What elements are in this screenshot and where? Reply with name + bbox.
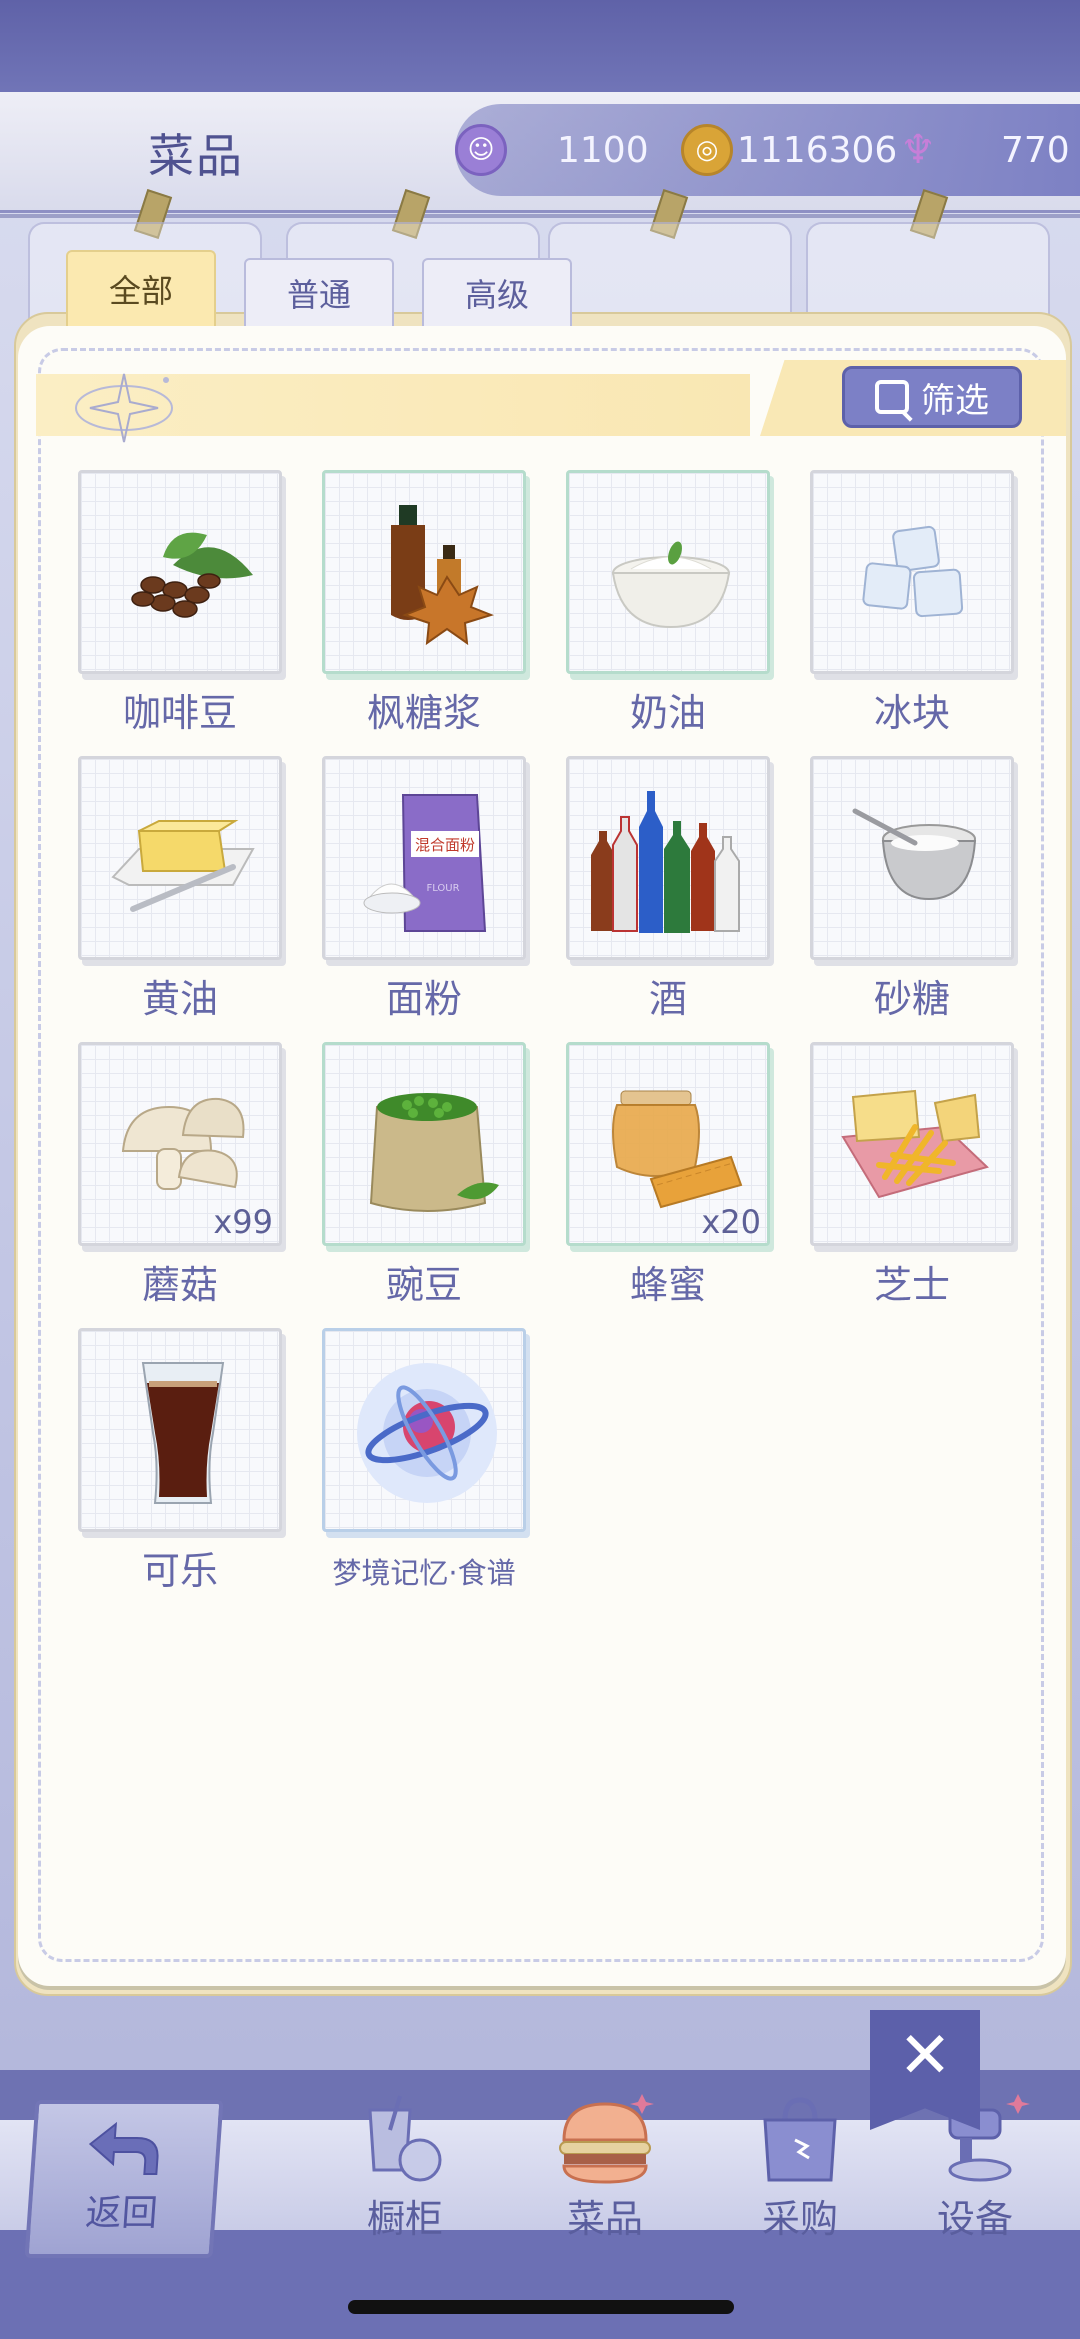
nav-cabinet[interactable]: 橱柜: [340, 2090, 470, 2241]
list-item-peas[interactable]: 豌豆: [322, 1042, 526, 1312]
item-card: [322, 1042, 526, 1246]
currency-purple[interactable]: ☺ 1100: [455, 104, 649, 196]
list-item-flour[interactable]: 混合面粉 FLOUR 面粉: [322, 756, 526, 1026]
list-item-ice[interactable]: 冰块: [810, 470, 1014, 740]
item-name: 酒: [648, 977, 687, 1021]
list-item-dream-recipe[interactable]: 梦境记忆·食谱: [322, 1328, 526, 1598]
tab-normal[interactable]: 普通: [244, 258, 394, 326]
item-name: 枫糖浆: [366, 691, 481, 735]
list-item-cream[interactable]: 奶油: [566, 470, 770, 740]
item-name: 梦境记忆·食谱: [332, 1556, 516, 1590]
list-item-cheese[interactable]: 芝士: [810, 1042, 1014, 1312]
list-item-liquor[interactable]: 酒: [566, 756, 770, 1026]
peas-icon: [369, 1093, 499, 1212]
item-name: 蘑菇: [141, 1263, 218, 1307]
ice-cubes-icon: [862, 525, 964, 618]
cabinet-drink-icon: [368, 2095, 442, 2182]
filter-button[interactable]: 筛选: [842, 366, 1022, 428]
item-name: 豌豆: [385, 1263, 462, 1307]
item-name: 面粉: [385, 977, 462, 1021]
currency-gold-value: 1116306: [737, 129, 898, 171]
list-item-cola[interactable]: 可乐: [78, 1328, 282, 1598]
item-card: [322, 1328, 526, 1532]
burger-icon: [559, 2094, 654, 2184]
cola-glass-icon: [141, 1362, 225, 1504]
list-item-honey[interactable]: x20 蜂蜜: [566, 1042, 770, 1312]
compass-star-icon: [75, 373, 173, 443]
item-card: [78, 756, 282, 960]
item-name: 奶油: [629, 691, 706, 735]
svg-text:混合面粉: 混合面粉: [415, 836, 475, 854]
item-name: 黄油: [141, 977, 218, 1021]
item-card: [322, 470, 526, 674]
dream-memory-orb-icon: [357, 1363, 497, 1503]
tab-advanced[interactable]: 高级: [422, 258, 572, 326]
tab-all[interactable]: 全部: [66, 250, 216, 326]
nav-label: 采购: [761, 2197, 838, 2241]
item-card: [566, 470, 770, 674]
back-arrow-icon: [88, 2121, 159, 2175]
back-button[interactable]: 返回: [24, 2100, 224, 2258]
nav-purchase[interactable]: 采购: [735, 2090, 865, 2241]
currency-swan[interactable]: ♆ 770: [895, 104, 1070, 196]
item-card: [810, 470, 1014, 674]
swan-energy-icon: ♆: [900, 127, 936, 173]
item-name: 冰块: [873, 691, 950, 735]
item-card: [78, 470, 282, 674]
back-label: 返回: [84, 2193, 160, 2234]
list-item-maple-syrup[interactable]: 枫糖浆: [322, 470, 526, 740]
item-name: 砂糖: [873, 977, 950, 1021]
list-item-coffee-beans[interactable]: 咖啡豆: [78, 470, 282, 740]
item-card: x99: [78, 1042, 282, 1246]
item-card: [810, 756, 1014, 960]
close-icon: ✕: [898, 2019, 952, 2093]
item-count: x99: [213, 1203, 273, 1241]
purple-coin-icon: ☺: [455, 124, 507, 176]
nav-dishes[interactable]: 菜品: [540, 2090, 670, 2241]
liquor-bottles-icon: [591, 791, 740, 933]
cream-icon: [611, 541, 731, 629]
search-filter-icon: [875, 380, 909, 414]
page-title: 菜品: [148, 129, 244, 183]
currency-purple-value: 1100: [557, 129, 649, 171]
gold-coin-icon: ◎: [681, 124, 733, 176]
butter-icon: [111, 820, 255, 912]
nav-label: 橱柜: [366, 2197, 443, 2241]
item-card: [566, 756, 770, 960]
item-name: 咖啡豆: [122, 691, 237, 735]
currency-swan-value: 770: [1001, 129, 1070, 171]
currency-bar: ☺ 1100 ◎ 1116306 ♆ 770: [455, 104, 1080, 196]
currency-gold[interactable]: ◎ 1116306: [681, 104, 897, 196]
sugar-pot-icon: [852, 808, 977, 901]
home-indicator: [348, 2300, 734, 2314]
list-item-sugar[interactable]: 砂糖: [810, 756, 1014, 1026]
nav-label: 菜品: [566, 2197, 643, 2241]
cheese-fries-icon: [841, 1089, 989, 1199]
item-name: 可乐: [141, 1549, 218, 1593]
item-name: 蜂蜜: [629, 1263, 706, 1307]
filter-label: 筛选: [921, 380, 989, 421]
shopping-bag-icon: [763, 2097, 837, 2182]
item-card: [810, 1042, 1014, 1246]
item-card: [78, 1328, 282, 1532]
maple-syrup-icon: [391, 505, 495, 646]
list-item-butter[interactable]: 黄油: [78, 756, 282, 1026]
svg-text:FLOUR: FLOUR: [426, 883, 459, 894]
item-name: 芝士: [873, 1263, 950, 1307]
item-count: x20: [701, 1203, 761, 1241]
list-item-mushroom[interactable]: x99 蘑菇: [78, 1042, 282, 1312]
coffee-beans-icon: [131, 532, 253, 618]
item-card: x20: [566, 1042, 770, 1246]
flour-icon: 混合面粉 FLOUR: [363, 794, 487, 932]
nav-label: 设备: [936, 2197, 1013, 2241]
item-card: 混合面粉 FLOUR: [322, 756, 526, 960]
